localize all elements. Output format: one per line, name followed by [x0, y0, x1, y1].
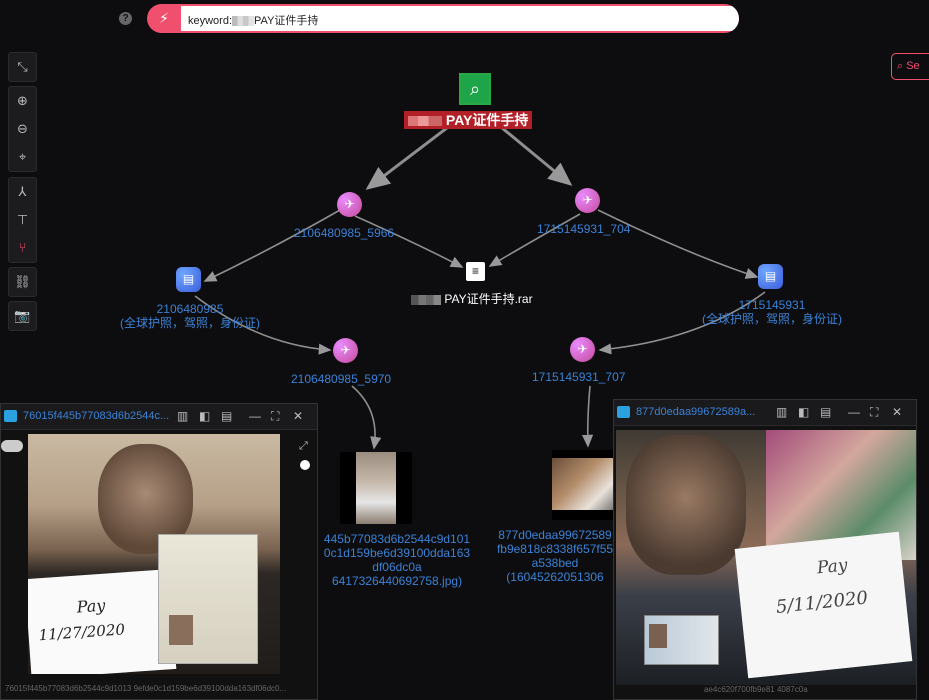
photo-left: Pay 11/27/2020: [28, 434, 280, 674]
id-card: [158, 534, 258, 664]
split-icon[interactable]: ◧: [798, 405, 809, 419]
window-left-header[interactable]: 76015f445b77083d6b2544c... ▥ ◧ ▤ — ⛶ ✕: [1, 404, 317, 430]
telegram-node-left-bottom[interactable]: ✈: [333, 338, 358, 363]
image-window-right: 877d0edaa99672589a... ▥ ◧ ▤ — ⛶ ✕ Pay 5/…: [613, 399, 917, 700]
layout-icon[interactable]: ▥: [776, 405, 787, 419]
doc-right-sub: (全球护照，驾照，身份证): [702, 312, 842, 326]
edge-tg-doc-left: [203, 209, 341, 282]
paper-sign: Pay 11/27/2020: [28, 569, 177, 674]
image-icon: [4, 410, 17, 422]
image-right-label: 877d0edaa99672589 fb9e818c8338f657f55 a5…: [490, 528, 620, 584]
telegram-node-left-top[interactable]: ✈: [337, 192, 362, 217]
telegram-node-right-top[interactable]: ✈: [575, 188, 600, 213]
search-root-icon[interactable]: ⌕: [459, 73, 491, 105]
grid-icon[interactable]: ▤: [820, 405, 831, 419]
id-card: [644, 615, 719, 665]
root-label-text: PAY证件手持: [445, 112, 529, 128]
tg-left-bottom-label: 2106480985_5970: [291, 372, 392, 386]
img-left-line-4: 6417326440692758.jpg): [331, 574, 463, 588]
edge-tg-doc-right: [597, 209, 759, 279]
window-right-footer: ae4c620f700fb9e81 4087c0a: [704, 685, 808, 694]
grid-icon[interactable]: ▤: [221, 409, 232, 423]
edge-tg-img-right: [581, 385, 594, 448]
doc-right-label: 1715145931 (全球护照，驾照，身份证): [692, 298, 852, 326]
photo-right: Pay 5/11/2020: [616, 430, 916, 685]
expand-icon[interactable]: ⤢: [299, 440, 308, 453]
layout-icon[interactable]: ▥: [177, 409, 188, 423]
window-right-header[interactable]: 877d0edaa99672589a... ▥ ◧ ▤ — ⛶ ✕: [614, 400, 916, 426]
doc-left-sub: (全球护照，驾照，身份证): [120, 316, 260, 330]
root-label: PAY证件手持: [404, 111, 533, 129]
file-icon[interactable]: ≡: [466, 262, 485, 281]
close-icon[interactable]: ✕: [892, 405, 902, 419]
toggle-switch[interactable]: [1, 440, 23, 452]
img-left-line-2: 0c1d159be6d39100dda163: [323, 546, 471, 560]
edge-tg-file-left: [354, 215, 464, 268]
tg-right-bottom-label: 1715145931_707: [532, 370, 626, 384]
image-thumbnail-right[interactable]: [552, 450, 622, 520]
window-left-footer: 76015f445b77083d6b2544c9d1013 9efde0c1d1…: [5, 684, 287, 693]
maximize-icon[interactable]: ⛶: [870, 405, 878, 420]
image-icon: [617, 406, 630, 418]
img-right-line-4: (16045262051306: [506, 570, 604, 584]
maximize-icon[interactable]: ⛶: [271, 409, 279, 424]
close-icon[interactable]: ✕: [293, 409, 303, 423]
image-window-left: 76015f445b77083d6b2544c... ▥ ◧ ▤ — ⛶ ✕ ⤢…: [0, 403, 318, 700]
face-blur: [626, 435, 746, 575]
doc-left-id: 2106480985: [156, 302, 224, 316]
img-right-line-1: 877d0edaa99672589: [498, 528, 612, 542]
paper-sign: Pay 5/11/2020: [734, 531, 913, 679]
img-left-line-3: df06dc0a: [372, 560, 422, 574]
split-icon[interactable]: ◧: [199, 409, 210, 423]
minimize-icon[interactable]: —: [848, 405, 860, 419]
file-label: PAY证件手持.rar: [411, 290, 533, 307]
slider-knob[interactable]: [300, 460, 310, 470]
img-right-line-2: fb9e818c8338f657f55: [496, 542, 614, 556]
image-left-label: 445b77083d6b2544c9d101 0c1d159be6d39100d…: [312, 532, 482, 588]
tg-right-top-label: 1715145931_704: [537, 222, 631, 236]
minimize-icon[interactable]: —: [249, 409, 261, 423]
doc-left-label: 2106480985 (全球护照，驾照，身份证): [110, 302, 270, 330]
edge-tg-img-left: [351, 385, 382, 450]
document-node-right[interactable]: ▤: [758, 264, 783, 289]
img-right-line-3: a538bed: [531, 556, 579, 570]
image-thumbnail-left[interactable]: [340, 452, 412, 524]
window-right-title: 877d0edaa99672589a...: [636, 406, 756, 418]
window-left-title: 76015f445b77083d6b2544c...: [23, 410, 170, 422]
img-left-line-1: 445b77083d6b2544c9d101: [323, 532, 471, 546]
document-node-left[interactable]: ▤: [176, 267, 201, 292]
telegram-node-right-bottom[interactable]: ✈: [570, 337, 595, 362]
file-label-text: PAY证件手持.rar: [444, 292, 533, 306]
doc-right-id: 1715145931: [738, 298, 806, 312]
tg-left-top-label: 2106480985_5966: [294, 226, 395, 240]
